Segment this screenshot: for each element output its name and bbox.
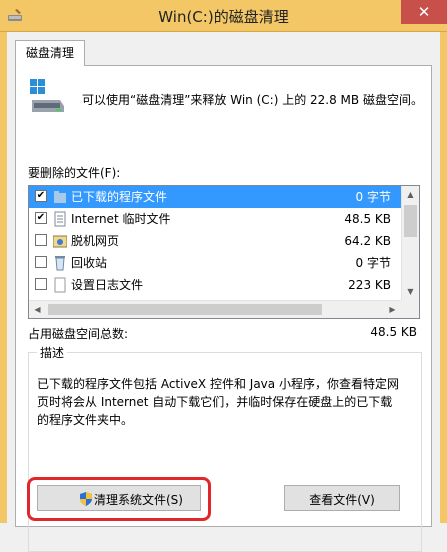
- scroll-thumb[interactable]: [48, 304, 322, 315]
- window-frame-right: [440, 32, 447, 523]
- total-space-value: 48.5 KB: [370, 325, 417, 339]
- file-name: 已下载的程序文件: [71, 190, 168, 204]
- scrollbar-corner: [401, 300, 419, 318]
- title-bar: Win(C:)的磁盘清理 ✕: [0, 0, 447, 32]
- file-size: 0 字节: [355, 256, 391, 270]
- uac-shield-icon: [80, 492, 92, 506]
- file-name: 回收站: [71, 256, 108, 270]
- scroll-down-arrow-icon[interactable]: ▼: [402, 283, 419, 300]
- window-frame-left: [0, 32, 7, 523]
- file-size: 223 KB: [348, 278, 391, 292]
- tab-disk-cleanup[interactable]: 磁盘清理: [15, 40, 86, 66]
- offline-pages-icon: [53, 235, 67, 248]
- description-legend: 描述: [37, 344, 68, 361]
- scroll-left-arrow-icon[interactable]: ◀: [29, 301, 46, 318]
- scroll-right-arrow-icon[interactable]: ▶: [384, 301, 401, 318]
- list-item[interactable]: ✔ 已下载的程序文件 0 字节: [29, 186, 401, 208]
- checkbox[interactable]: ✔: [35, 212, 47, 224]
- list-item[interactable]: 回收站 0 字节: [29, 252, 401, 274]
- description-text: 已下载的程序文件包括 ActiveX 控件和 Java 小程序，你查看特定网 页…: [37, 377, 399, 427]
- document-icon: [54, 211, 66, 227]
- view-files-label: 查看文件(V): [309, 493, 375, 507]
- log-file-icon: [54, 277, 66, 293]
- summary-text: 可以使用“磁盘清理”来释放 Win (C:) 上的 22.8 MB 磁盘空间。: [82, 93, 423, 107]
- file-name: 设置日志文件: [71, 278, 144, 292]
- list-item[interactable]: 设置日志文件 223 KB: [29, 274, 401, 296]
- file-size: 0 字节: [355, 190, 391, 204]
- view-files-button[interactable]: 查看文件(V): [284, 485, 400, 511]
- clean-system-files-label: 清理系统文件(S): [94, 493, 183, 507]
- files-to-delete-label: 要删除的文件(F):: [28, 166, 121, 180]
- file-size: 64.2 KB: [344, 234, 391, 248]
- recycle-bin-icon: [55, 256, 65, 271]
- window-title: Win(C:)的磁盘清理: [158, 8, 289, 26]
- checkbox[interactable]: ✔: [35, 190, 47, 202]
- summary: 可以使用“磁盘清理”来释放 Win (C:) 上的 22.8 MB 磁盘空间。: [28, 76, 423, 116]
- folder-icon: [54, 191, 66, 203]
- close-button[interactable]: ✕: [401, 0, 447, 24]
- description-group: 描述 已下载的程序文件包括 ActiveX 控件和 Java 小程序，你查看特定…: [28, 344, 422, 552]
- dialog-client-area: 磁盘清理 可以使用“磁盘清理”来释放 Win (C:) 上的 22.8 MB 磁…: [7, 32, 440, 552]
- checkbox[interactable]: [35, 234, 47, 246]
- horizontal-scrollbar[interactable]: ◀ ▶: [29, 300, 401, 318]
- checkbox[interactable]: [35, 278, 47, 290]
- file-name: Internet 临时文件: [71, 212, 171, 226]
- drive-cleanup-icon: [30, 79, 64, 112]
- files-list: ✔ 已下载的程序文件 0 字节 ✔ Internet 临时文件 48.5 KB …: [29, 186, 401, 298]
- total-space-label: 占用磁盘空间总数:: [28, 327, 129, 341]
- tab-panel: 可以使用“磁盘清理”来释放 Win (C:) 上的 22.8 MB 磁盘空间。 …: [15, 65, 432, 552]
- list-item[interactable]: 脱机网页 64.2 KB: [29, 230, 401, 252]
- list-item[interactable]: ✔ Internet 临时文件 48.5 KB: [29, 208, 401, 230]
- clean-system-files-button[interactable]: 清理系统文件(S): [37, 485, 201, 511]
- vertical-scrollbar[interactable]: ▲ ▼: [401, 186, 419, 300]
- files-listbox[interactable]: ✔ 已下载的程序文件 0 字节 ✔ Internet 临时文件 48.5 KB …: [28, 185, 420, 319]
- file-name: 脱机网页: [71, 234, 120, 248]
- checkbox[interactable]: [35, 256, 47, 268]
- scroll-thumb[interactable]: [404, 205, 417, 237]
- scroll-up-arrow-icon[interactable]: ▲: [402, 186, 419, 203]
- file-size: 48.5 KB: [344, 212, 391, 226]
